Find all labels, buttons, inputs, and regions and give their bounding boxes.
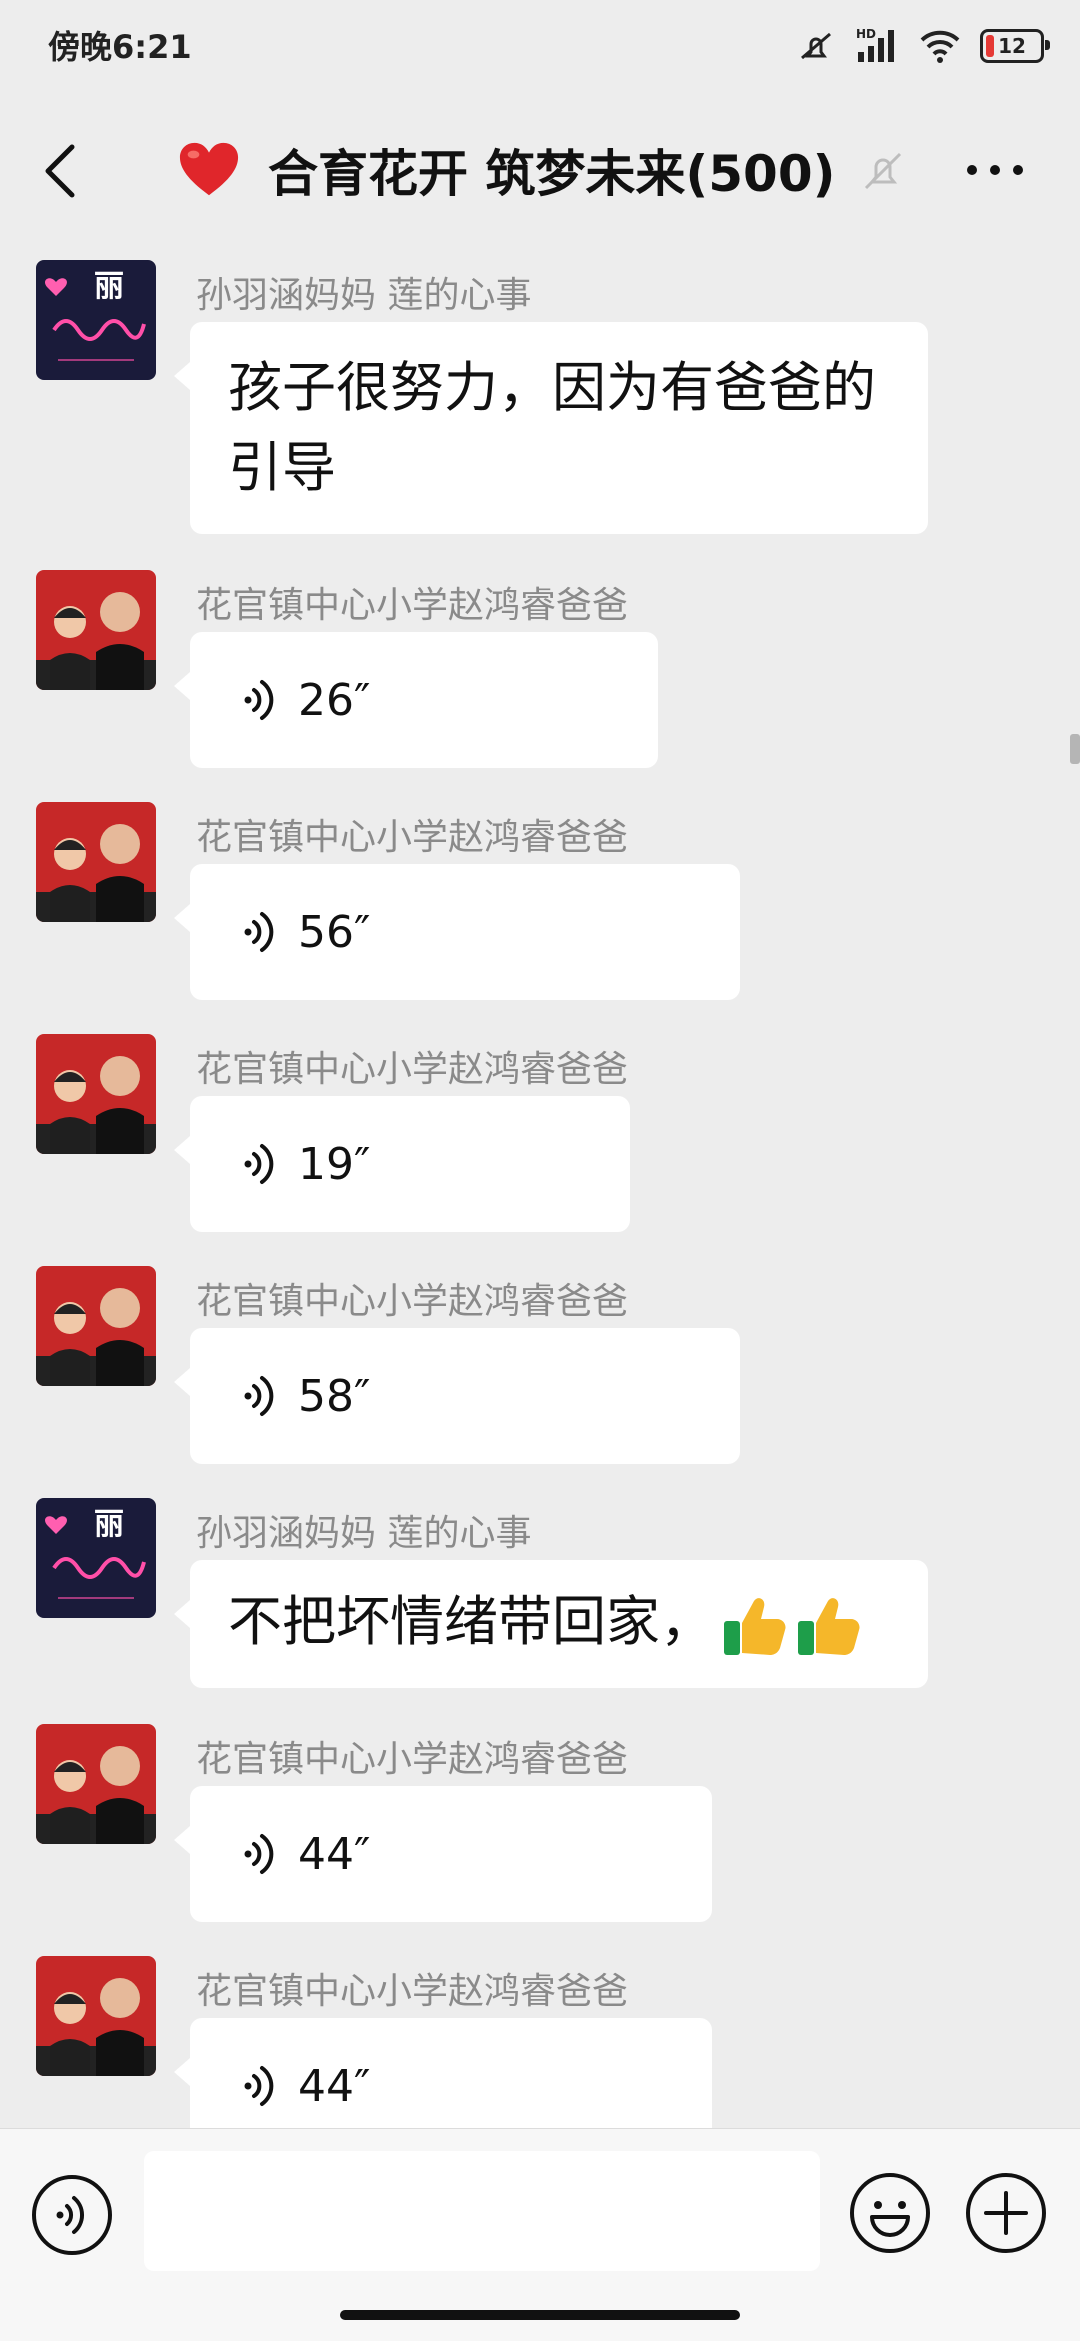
voice-bubble[interactable]: 56″: [174, 864, 740, 1000]
dad-avatar-image: [36, 1034, 156, 1154]
status-icons: HD 12: [796, 22, 1050, 70]
chat-title-wrap[interactable]: 合育花开 筑梦未来(500): [178, 134, 835, 206]
sender-name: 花官镇中心小学赵鸿睿爸爸: [196, 1739, 629, 1780]
thumbs-up-icon: [798, 1598, 860, 1656]
dad-avatar-image: [36, 570, 156, 690]
avatar[interactable]: [36, 1034, 156, 1154]
sender-name: 花官镇中心小学赵鸿睿爸爸: [196, 1049, 629, 1090]
voice-duration: 44″: [298, 1828, 371, 1880]
message-list[interactable]: 丽 孙羽涵妈妈 莲的心事 孩子很努力，因为有爸爸的 引导 花官镇中心小学赵鸿睿爸…: [0, 260, 1080, 2128]
voice-wave-icon: [244, 912, 274, 952]
message-text-line: 孩子很努力，因为有爸爸的: [228, 356, 876, 419]
status-time: 傍晚6:21: [48, 28, 192, 66]
avatar[interactable]: [36, 1724, 156, 1844]
voice-bubble[interactable]: 44″: [174, 1786, 712, 1922]
sender-name: 花官镇中心小学赵鸿睿爸爸: [196, 585, 629, 626]
voice-wave-icon: [244, 1144, 274, 1184]
mom-avatar-image: 丽: [36, 260, 156, 380]
voice-wave-icon: [244, 1376, 274, 1416]
home-indicator[interactable]: [340, 2310, 740, 2320]
avatar-glyph: 丽: [94, 269, 124, 304]
dad-avatar-image: [36, 1266, 156, 1386]
network-label: HD: [856, 27, 876, 41]
sender-name: 花官镇中心小学赵鸿睿爸爸: [196, 1281, 629, 1322]
battery-level: 12: [998, 34, 1026, 58]
scrollbar-thumb[interactable]: [1070, 734, 1080, 764]
voice-bubble[interactable]: 58″: [174, 1328, 740, 1464]
mute-status-icon: [801, 32, 831, 60]
avatar[interactable]: [36, 802, 156, 922]
voice-duration: 26″: [298, 674, 371, 726]
more-icon: [967, 165, 1023, 175]
thumbs-up-icon: [724, 1598, 786, 1656]
avatar[interactable]: 丽: [36, 1498, 156, 1618]
voice-input-toggle-icon[interactable]: [30, 2173, 114, 2257]
battery-icon: 12: [980, 29, 1050, 63]
sender-name: 花官镇中心小学赵鸿睿爸爸: [196, 1971, 629, 2012]
sender-name: 孙羽涵妈妈 莲的心事: [196, 1513, 532, 1554]
message-input[interactable]: [144, 2151, 820, 2271]
text-bubble[interactable]: 不把坏情绪带回家，: [174, 1560, 928, 1688]
chat-title: 合育花开 筑梦未来(500): [268, 145, 836, 203]
dad-avatar-image: [36, 1956, 156, 2076]
voice-duration: 58″: [298, 1370, 371, 1422]
avatar[interactable]: [36, 570, 156, 690]
more-options-button[interactable]: [960, 140, 1030, 200]
text-bubble[interactable]: 孩子很努力，因为有爸爸的 引导: [174, 322, 928, 534]
mom-avatar-image: 丽: [36, 1498, 156, 1618]
sender-name: 花官镇中心小学赵鸿睿爸爸: [196, 817, 629, 858]
voice-wave-icon: [244, 2066, 274, 2106]
message-text-line: 引导: [228, 436, 336, 499]
sender-name: 孙羽涵妈妈 莲的心事: [196, 275, 532, 316]
voice-bubble[interactable]: 26″: [174, 632, 658, 768]
voice-wave-icon: [244, 680, 274, 720]
back-button[interactable]: [30, 136, 90, 206]
chat-header: 合育花开 筑梦未来(500): [0, 120, 1080, 220]
avatar[interactable]: [36, 1956, 156, 2076]
avatar[interactable]: 丽: [36, 260, 156, 380]
muted-bell-icon: [864, 152, 902, 190]
voice-bubble[interactable]: 19″: [174, 1096, 630, 1232]
avatar[interactable]: [36, 1266, 156, 1386]
voice-wave-icon: [244, 1834, 274, 1874]
add-icon[interactable]: [964, 2171, 1048, 2255]
signal-icon: HD: [856, 27, 894, 62]
wifi-icon: [920, 30, 960, 63]
status-bar: 傍晚6:21 HD 12: [0, 0, 1080, 92]
voice-duration: 19″: [298, 1138, 371, 1190]
message-text-line: 不把坏情绪带回家，: [228, 1590, 714, 1653]
voice-bubble[interactable]: 44″: [174, 2018, 712, 2128]
dad-avatar-image: [36, 1724, 156, 1844]
avatar-glyph: 丽: [94, 1507, 124, 1542]
voice-duration: 44″: [298, 2060, 371, 2112]
emoji-icon[interactable]: [848, 2171, 932, 2255]
dad-avatar-image: [36, 802, 156, 922]
heart-icon: [179, 142, 239, 196]
chevron-left-icon: [45, 144, 75, 198]
voice-duration: 56″: [298, 906, 371, 958]
